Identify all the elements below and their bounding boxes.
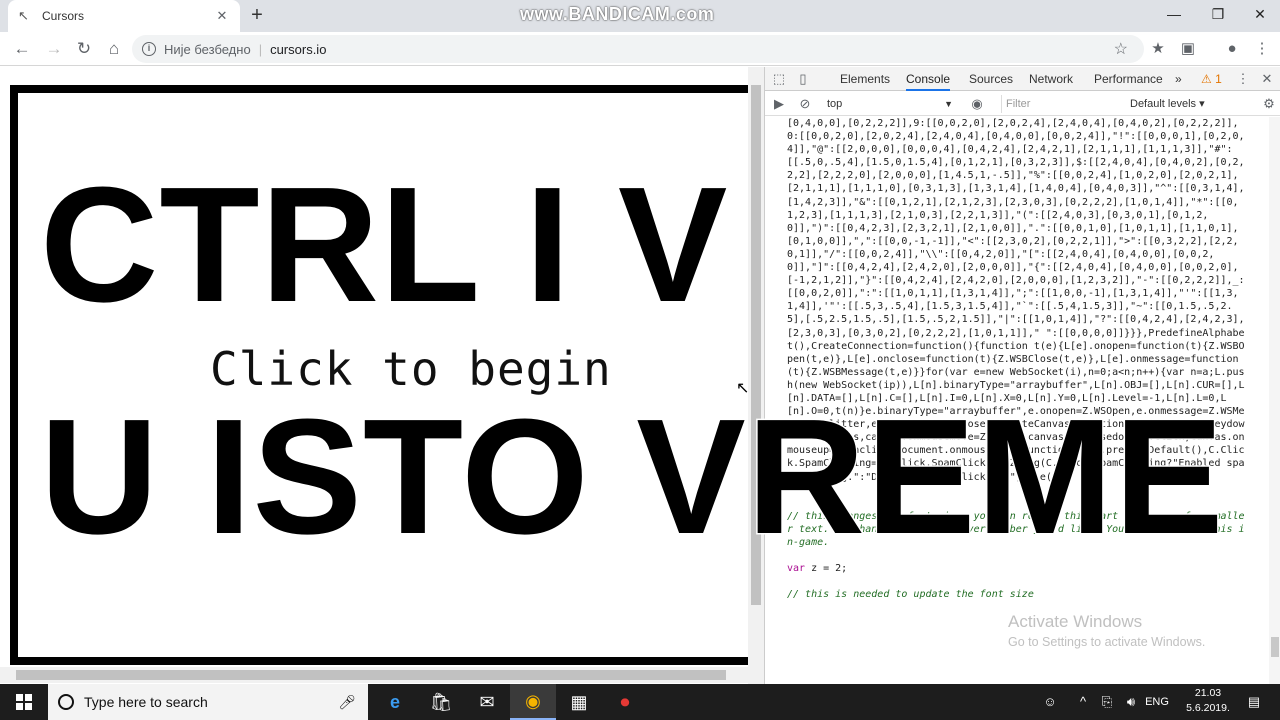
inspect-element-icon[interactable]: ⬚: [771, 71, 787, 87]
warning-badge[interactable]: ⚠ 1: [1201, 67, 1222, 91]
info-icon[interactable]: i: [142, 42, 156, 56]
calculator-icon[interactable]: ▦: [556, 684, 602, 720]
bandicam-record-icon[interactable]: ⏺: [602, 684, 648, 720]
language-indicator[interactable]: ENG: [1144, 684, 1170, 720]
chevron-down-icon: ▼: [944, 99, 953, 109]
cursor-favicon-icon: ↖: [18, 8, 29, 23]
sidebar-toggle-icon[interactable]: ▶: [771, 96, 787, 112]
mail-icon[interactable]: ✉: [464, 684, 510, 720]
mouse-cursor-icon: ↖: [736, 380, 750, 397]
page-vertical-scrollbar[interactable]: [748, 67, 764, 684]
more-tabs-button[interactable]: »: [1175, 67, 1182, 91]
tab-sources[interactable]: Sources: [969, 67, 1013, 91]
start-button[interactable]: [0, 684, 48, 720]
console-comment-update: // this is needed to update the font siz…: [787, 589, 1034, 600]
security-status: Није безбедно: [164, 41, 251, 57]
context-selector[interactable]: top ▼: [827, 96, 953, 112]
tab-console[interactable]: Console: [906, 67, 951, 91]
page-hscroll-thumb[interactable]: [16, 670, 726, 680]
console-scroll-thumb[interactable]: [1271, 637, 1279, 657]
restore-button[interactable]: ❐: [1196, 0, 1240, 30]
console-scrollbar[interactable]: [1269, 117, 1280, 684]
extension-star-icon[interactable]: ★: [1148, 39, 1168, 59]
url-text: cursors.io: [270, 41, 327, 57]
clock-date: 5.6.2019.: [1186, 702, 1230, 714]
reload-button[interactable]: ↻: [72, 37, 96, 61]
edge-icon[interactable]: e: [372, 684, 418, 720]
people-icon[interactable]: ☺: [1040, 684, 1060, 720]
activate-title: Activate Windows: [1008, 612, 1143, 631]
log-levels-dropdown[interactable]: Default levels ▾: [1130, 96, 1205, 112]
chrome-icon[interactable]: ◉: [510, 684, 556, 720]
activate-windows-notice: Activate Windows Go to Settings to activ…: [1008, 612, 1205, 649]
browser-toolbar: ← → ↻ ⌂ i Није безбедно | cursors.io ☆ ★…: [0, 32, 1280, 66]
warning-count: 1: [1215, 72, 1222, 86]
clear-console-icon[interactable]: ⊘: [797, 96, 813, 112]
close-window-button[interactable]: ✕: [1238, 0, 1280, 30]
tray-chevron-up-icon[interactable]: ^: [1074, 684, 1092, 720]
devtools-menu-icon[interactable]: ⋮: [1235, 71, 1251, 87]
tab-close-icon[interactable]: ✕: [214, 8, 230, 24]
browser-tab[interactable]: ↖ Cursors ✕: [8, 0, 240, 32]
extension-puzzle-icon[interactable]: ▣: [1178, 39, 1198, 59]
windows-taskbar: Type here to search 🎤︎ e 🛍︎ ✉ ◉ ▦ ⏺ ☺ ^ …: [0, 684, 1280, 720]
page-horizontal-scrollbar[interactable]: [0, 667, 748, 683]
taskbar-clock[interactable]: 21.03 5.6.2019.: [1180, 686, 1236, 716]
tab-strip: ↖ Cursors ✕ + www.BANDICAM.com — ❐ ✕: [0, 0, 1280, 32]
bandicam-watermark: www.BANDICAM.com: [520, 4, 715, 24]
tab-network[interactable]: Network: [1029, 67, 1073, 91]
store-icon[interactable]: 🛍︎: [418, 684, 464, 720]
tab-elements[interactable]: Elements: [840, 67, 890, 91]
forward-button[interactable]: →: [42, 37, 66, 61]
devtools-panel: ⬚ ▯ Elements Console Sources Network Per…: [764, 67, 1280, 684]
clock-time: 21.03: [1194, 687, 1222, 699]
search-placeholder: Type here to search: [84, 694, 208, 710]
profile-avatar-icon[interactable]: ●: [1222, 39, 1242, 59]
notifications-icon[interactable]: ▤: [1242, 684, 1266, 720]
live-expression-eye-icon[interactable]: ◉: [969, 96, 985, 112]
devtools-close-icon[interactable]: ✕: [1259, 71, 1275, 87]
device-toolbar-icon[interactable]: ▯: [795, 71, 811, 87]
activate-subtitle: Go to Settings to activate Windows.: [1008, 635, 1206, 649]
back-button[interactable]: ←: [10, 37, 34, 61]
windows-logo-icon: [16, 694, 32, 710]
volume-icon[interactable]: 🔊︎: [1120, 684, 1142, 720]
home-button[interactable]: ⌂: [102, 37, 126, 61]
screen: ↖ Cursors ✕ + www.BANDICAM.com — ❐ ✕ ← →…: [0, 0, 1280, 720]
address-separator: |: [258, 41, 263, 57]
new-tab-button[interactable]: +: [246, 4, 268, 26]
network-icon[interactable]: ⎘: [1096, 684, 1118, 720]
address-bar[interactable]: i Није безбедно | cursors.io ☆: [132, 35, 1144, 63]
taskbar-search-box[interactable]: Type here to search 🎤︎: [48, 684, 368, 720]
devtools-tab-bar: ⬚ ▯ Elements Console Sources Network Per…: [765, 67, 1280, 91]
context-value: top: [827, 98, 843, 110]
minimize-button[interactable]: —: [1152, 0, 1196, 30]
tab-title: Cursors: [42, 9, 85, 23]
microphone-icon[interactable]: 🎤︎: [338, 694, 356, 711]
cortana-icon: [58, 694, 74, 710]
console-filter-input[interactable]: Filter: [1001, 95, 1121, 113]
caption-line-2: U ISTO VREME: [39, 385, 1226, 568]
console-toolbar: ▶ ⊘ top ▼ ◉ Filter Default levels ▾ ⚙: [765, 92, 1280, 116]
console-settings-gear-icon[interactable]: ⚙: [1261, 96, 1277, 112]
caption-line-1: CTRL I V: [38, 153, 729, 336]
menu-kebab-icon[interactable]: ⋮: [1252, 39, 1272, 59]
bookmark-star-icon[interactable]: ☆: [1114, 39, 1128, 59]
tab-performance[interactable]: Performance: [1094, 67, 1163, 91]
